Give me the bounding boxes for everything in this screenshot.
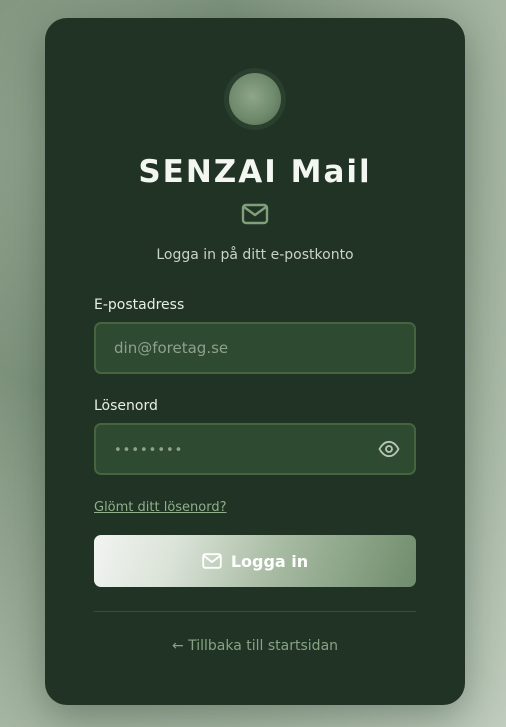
password-field[interactable]: •••••••• [94,423,416,475]
eye-icon[interactable] [378,440,400,458]
logo-orb [229,73,281,125]
app-title: SENZAI Mail [138,154,372,190]
email-field[interactable] [96,324,414,372]
email-field-wrapper [94,322,416,374]
password-label: Lösenord [94,398,158,414]
login-button[interactable]: Logga in [94,535,416,587]
login-subtitle: Logga in på ditt e-postkonto [156,247,354,263]
back-to-home-link[interactable]: ← Tillbaka till startsidan [45,638,465,654]
forgot-password-link[interactable]: Glömt ditt lösenord? [94,500,227,515]
login-button-label: Logga in [230,551,309,571]
mail-icon [202,553,222,569]
login-card: SENZAI Mail Logga in på ditt e-postkonto… [45,18,465,705]
divider [94,611,416,612]
password-masked-value: •••••••• [114,443,184,458]
email-label: E-postadress [94,297,185,313]
mail-icon [241,203,269,225]
